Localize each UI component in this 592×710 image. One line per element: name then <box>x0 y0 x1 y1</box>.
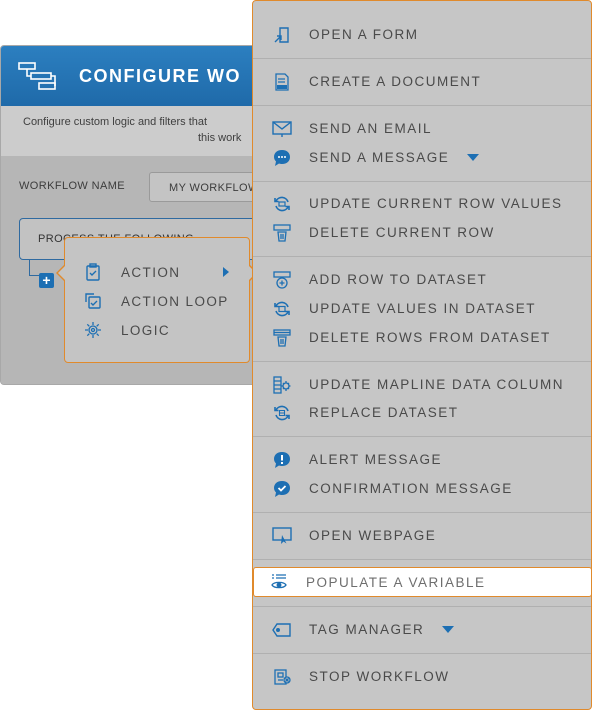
submenu-item-logic[interactable]: LOGIC <box>83 318 243 342</box>
menu-divider <box>253 559 591 560</box>
menu-item-populate-a-variable[interactable]: POPULATE A VARIABLE <box>253 567 592 597</box>
menu-divider <box>253 105 591 106</box>
menu-item-label: UPDATE MAPLINE DATA COLUMN <box>309 377 565 392</box>
menu-item-label: UPDATE VALUES IN DATASET <box>309 301 537 316</box>
open-form-icon <box>271 24 293 46</box>
menu-item-tag-manager[interactable]: TAG MANAGER <box>253 615 591 644</box>
action-loop-icon <box>83 291 103 311</box>
menu-item-send-an-email[interactable]: SEND AN EMAIL <box>253 114 591 143</box>
menu-item-label: SEND AN EMAIL <box>309 121 433 136</box>
clipboard-check-icon <box>83 262 103 282</box>
menu-divider <box>253 512 591 513</box>
chevron-right-icon <box>223 267 229 277</box>
menu-item-label: ALERT MESSAGE <box>309 452 443 467</box>
menu-item-delete-current-row[interactable]: DELETE CURRENT ROW <box>253 218 591 247</box>
menu-item-confirmation-message[interactable]: CONFIRMATION MESSAGE <box>253 474 591 503</box>
dialog-title: CONFIGURE WO <box>79 65 241 86</box>
menu-item-replace-dataset[interactable]: REPLACE DATASET <box>253 398 591 427</box>
delete-rows-icon <box>271 327 293 349</box>
replace-dataset-icon <box>271 402 293 424</box>
submenu-pointer-left-fill <box>58 265 66 281</box>
menu-item-label: REPLACE DATASET <box>309 405 459 420</box>
menu-item-label: DELETE ROWS FROM DATASET <box>309 330 551 345</box>
submenu-item-label: ACTION LOOP <box>121 293 229 309</box>
workflow-name-input[interactable]: MY WORKFLOW <box>149 172 261 202</box>
menu-item-label: UPDATE CURRENT ROW VALUES <box>309 196 563 211</box>
workflow-name-label: WORKFLOW NAME <box>19 180 126 192</box>
menu-divider <box>253 58 591 59</box>
menu-item-label: TAG MANAGER <box>309 622 425 637</box>
email-icon <box>271 118 293 140</box>
menu-item-stop-workflow[interactable]: STOP WORKFLOW <box>253 662 591 691</box>
logic-icon <box>83 320 103 340</box>
menu-item-label: CREATE A DOCUMENT <box>309 74 482 89</box>
add-row-icon <box>271 269 293 291</box>
description-line-2: this work <box>198 132 242 144</box>
menu-item-update-mapline-data-column[interactable]: UPDATE MAPLINE DATA COLUMN <box>253 370 591 399</box>
menu-item-alert-message[interactable]: ALERT MESSAGE <box>253 445 591 474</box>
workflow-diagram-icon <box>17 61 61 91</box>
variable-eye-icon <box>268 571 290 593</box>
alert-bubble-icon <box>271 449 293 471</box>
description-line-1: Configure custom logic and filters that <box>23 116 208 128</box>
refresh-dataset-icon <box>271 298 293 320</box>
menu-item-label: CONFIRMATION MESSAGE <box>309 481 513 496</box>
menu-item-label: OPEN WEBPAGE <box>309 528 437 543</box>
tag-icon <box>271 619 293 641</box>
menu-item-label: ADD ROW TO DATASET <box>309 272 488 287</box>
menu-item-update-current-row-values[interactable]: UPDATE CURRENT ROW VALUES <box>253 189 591 218</box>
menu-divider <box>253 606 591 607</box>
chat-message-icon <box>271 147 293 169</box>
action-menu: OPEN A FORM CREATE A DOCUMENT SEND AN EM… <box>252 0 592 710</box>
menu-item-label: OPEN A FORM <box>309 27 419 42</box>
dialog-header: CONFIGURE WO <box>1 46 261 106</box>
submenu-item-label: LOGIC <box>121 322 171 338</box>
stop-workflow-icon <box>271 666 293 688</box>
chevron-down-icon[interactable] <box>442 626 455 633</box>
confirmation-bubble-icon <box>271 478 293 500</box>
delete-row-icon <box>271 222 293 244</box>
submenu-item-label: ACTION <box>121 264 181 280</box>
refresh-row-icon <box>271 193 293 215</box>
menu-divider <box>253 181 591 182</box>
submenu-item-action-loop[interactable]: ACTION LOOP <box>83 289 243 313</box>
menu-item-delete-rows-from-dataset[interactable]: DELETE ROWS FROM DATASET <box>253 323 591 352</box>
menu-item-update-values-in-dataset[interactable]: UPDATE VALUES IN DATASET <box>253 294 591 323</box>
menu-divider <box>253 361 591 362</box>
menu-divider <box>253 436 591 437</box>
submenu-item-action[interactable]: ACTION <box>83 260 243 284</box>
menu-divider <box>253 256 591 257</box>
pdf-document-icon <box>271 71 293 93</box>
data-column-gear-icon <box>271 374 293 396</box>
menu-item-open-webpage[interactable]: OPEN WEBPAGE <box>253 521 591 550</box>
chevron-down-icon[interactable] <box>467 154 480 161</box>
menu-item-add-row-to-dataset[interactable]: ADD ROW TO DATASET <box>253 265 591 294</box>
menu-divider <box>253 653 591 654</box>
dialog-description: Configure custom logic and filters that … <box>1 106 261 156</box>
menu-item-label: DELETE CURRENT ROW <box>309 225 495 240</box>
add-step-button[interactable]: + <box>39 273 54 288</box>
menu-item-create-a-document[interactable]: CREATE A DOCUMENT <box>253 67 591 96</box>
menu-item-label: POPULATE A VARIABLE <box>306 574 486 590</box>
menu-item-open-a-form[interactable]: OPEN A FORM <box>253 20 591 49</box>
step-type-submenu: ACTION ACTION LOOP LOGIC <box>56 237 258 363</box>
menu-item-label: STOP WORKFLOW <box>309 669 450 684</box>
menu-item-send-a-message[interactable]: SEND A MESSAGE <box>253 143 591 172</box>
menu-item-label: SEND A MESSAGE <box>309 150 450 165</box>
webpage-icon <box>271 525 293 547</box>
